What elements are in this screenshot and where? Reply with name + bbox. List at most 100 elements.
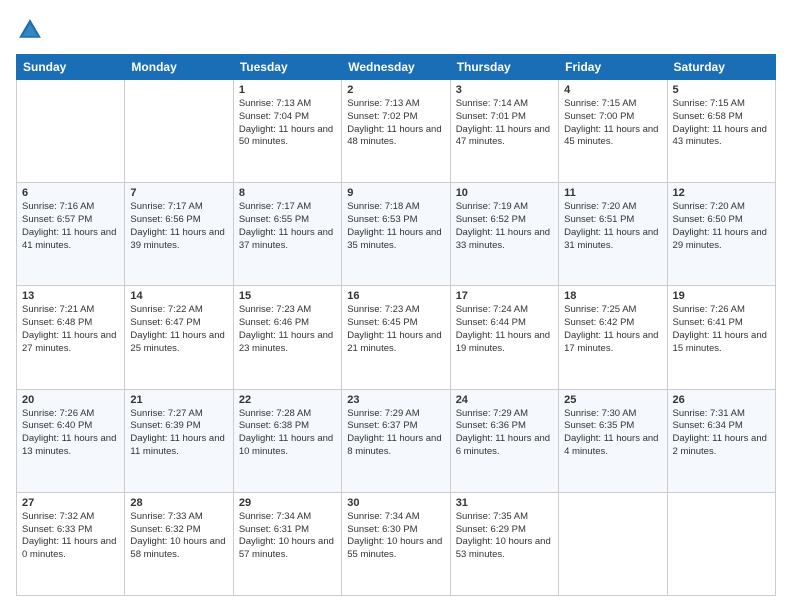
day-info: Sunrise: 7:16 AM Sunset: 6:57 PM Dayligh… bbox=[22, 201, 119, 252]
day-number: 28 bbox=[130, 497, 227, 509]
day-cell-5: 5Sunrise: 7:15 AM Sunset: 6:58 PM Daylig… bbox=[667, 80, 775, 183]
day-cell-9: 9 Sunrise: 7:18 AM Sunset: 6:53 PM Daylig… bbox=[342, 183, 450, 286]
day-number: 18 bbox=[564, 290, 661, 302]
week-row-1: 1 Sunrise: 7:13 AM Sunset: 7:04 PM Daylig… bbox=[17, 80, 776, 183]
day-number: 22 bbox=[239, 394, 336, 406]
day-number: 6 bbox=[22, 187, 119, 199]
day-number: 9 bbox=[347, 187, 444, 199]
day-number: 7 bbox=[130, 187, 227, 199]
day-number: 14 bbox=[130, 290, 227, 302]
day-cell-20: 20Sunrise: 7:26 AM Sunset: 6:40 PM Dayli… bbox=[17, 389, 125, 492]
empty-cell bbox=[667, 492, 775, 595]
day-number: 31 bbox=[456, 497, 553, 509]
day-number: 29 bbox=[239, 497, 336, 509]
day-number: 3 bbox=[456, 84, 553, 96]
day-cell-22: 22 Sunrise: 7:28 AM Sunset: 6:38 PM Dayli… bbox=[233, 389, 341, 492]
day-cell-18: 18 Sunrise: 7:25 AM Sunset: 6:42 PM Dayli… bbox=[559, 286, 667, 389]
day-cell-24: 24 Sunrise: 7:29 AM Sunset: 6:36 PM Dayli… bbox=[450, 389, 558, 492]
header bbox=[16, 16, 776, 44]
day-cell-7: 7 Sunrise: 7:17 AM Sunset: 6:56 PM Daylig… bbox=[125, 183, 233, 286]
day-cell-21: 21 Sunrise: 7:27 AM Sunset: 6:39 PM Dayli… bbox=[125, 389, 233, 492]
day-cell-10: 10 Sunrise: 7:19 AM Sunset: 6:52 PM Dayli… bbox=[450, 183, 558, 286]
day-info: Sunrise: 7:20 AM Sunset: 6:50 PM Dayligh… bbox=[673, 201, 770, 252]
empty-cell bbox=[559, 492, 667, 595]
day-number: 25 bbox=[564, 394, 661, 406]
day-cell-19: 19 Sunrise: 7:26 AM Sunset: 6:41 PM Dayli… bbox=[667, 286, 775, 389]
day-info: Sunrise: 7:20 AM Sunset: 6:51 PM Dayligh… bbox=[564, 201, 661, 252]
day-number: 1 bbox=[239, 84, 336, 96]
day-number: 10 bbox=[456, 187, 553, 199]
day-number: 2 bbox=[347, 84, 444, 96]
day-info: Sunrise: 7:13 AM Sunset: 7:04 PM Dayligh… bbox=[239, 98, 336, 149]
week-row-2: 6 Sunrise: 7:16 AM Sunset: 6:57 PM Daylig… bbox=[17, 183, 776, 286]
day-number: 8 bbox=[239, 187, 336, 199]
day-cell-23: 23 Sunrise: 7:29 AM Sunset: 6:37 PM Dayli… bbox=[342, 389, 450, 492]
day-cell-17: 17 Sunrise: 7:24 AM Sunset: 6:44 PM Dayli… bbox=[450, 286, 558, 389]
empty-cell bbox=[17, 80, 125, 183]
day-cell-16: 16 Sunrise: 7:23 AM Sunset: 6:45 PM Dayli… bbox=[342, 286, 450, 389]
weekday-header-friday: Friday bbox=[559, 55, 667, 80]
day-info: Sunrise: 7:23 AM Sunset: 6:46 PM Dayligh… bbox=[239, 304, 336, 355]
day-cell-13: 13 Sunrise: 7:21 AM Sunset: 6:48 PM Dayli… bbox=[17, 286, 125, 389]
day-info: Sunrise: 7:35 AM Sunset: 6:29 PM Dayligh… bbox=[456, 511, 553, 562]
day-cell-8: 8 Sunrise: 7:17 AM Sunset: 6:55 PM Daylig… bbox=[233, 183, 341, 286]
day-number: 16 bbox=[347, 290, 444, 302]
day-number: 20 bbox=[22, 394, 119, 406]
day-cell-12: 12Sunrise: 7:20 AM Sunset: 6:50 PM Dayli… bbox=[667, 183, 775, 286]
calendar-table: SundayMondayTuesdayWednesdayThursdayFrid… bbox=[16, 54, 776, 596]
logo bbox=[16, 16, 48, 44]
weekday-header-monday: Monday bbox=[125, 55, 233, 80]
day-cell-26: 26Sunrise: 7:31 AM Sunset: 6:34 PM Dayli… bbox=[667, 389, 775, 492]
day-info: Sunrise: 7:26 AM Sunset: 6:41 PM Dayligh… bbox=[673, 304, 770, 355]
day-cell-4: 4Sunrise: 7:15 AM Sunset: 7:00 PM Daylig… bbox=[559, 80, 667, 183]
day-cell-30: 30Sunrise: 7:34 AM Sunset: 6:30 PM Dayli… bbox=[342, 492, 450, 595]
empty-cell bbox=[125, 80, 233, 183]
week-row-3: 13 Sunrise: 7:21 AM Sunset: 6:48 PM Dayli… bbox=[17, 286, 776, 389]
weekday-header-saturday: Saturday bbox=[667, 55, 775, 80]
day-info: Sunrise: 7:18 AM Sunset: 6:53 PM Dayligh… bbox=[347, 201, 444, 252]
day-info: Sunrise: 7:25 AM Sunset: 6:42 PM Dayligh… bbox=[564, 304, 661, 355]
day-number: 17 bbox=[456, 290, 553, 302]
day-number: 11 bbox=[564, 187, 661, 199]
weekday-header-wednesday: Wednesday bbox=[342, 55, 450, 80]
day-number: 23 bbox=[347, 394, 444, 406]
day-info: Sunrise: 7:21 AM Sunset: 6:48 PM Dayligh… bbox=[22, 304, 119, 355]
logo-icon bbox=[16, 16, 44, 44]
day-info: Sunrise: 7:31 AM Sunset: 6:34 PM Dayligh… bbox=[673, 408, 770, 459]
weekday-header-sunday: Sunday bbox=[17, 55, 125, 80]
day-number: 21 bbox=[130, 394, 227, 406]
day-info: Sunrise: 7:23 AM Sunset: 6:45 PM Dayligh… bbox=[347, 304, 444, 355]
day-info: Sunrise: 7:13 AM Sunset: 7:02 PM Dayligh… bbox=[347, 98, 444, 149]
day-info: Sunrise: 7:24 AM Sunset: 6:44 PM Dayligh… bbox=[456, 304, 553, 355]
weekday-header-tuesday: Tuesday bbox=[233, 55, 341, 80]
day-number: 19 bbox=[673, 290, 770, 302]
week-row-4: 20Sunrise: 7:26 AM Sunset: 6:40 PM Dayli… bbox=[17, 389, 776, 492]
weekday-header-thursday: Thursday bbox=[450, 55, 558, 80]
day-info: Sunrise: 7:15 AM Sunset: 6:58 PM Dayligh… bbox=[673, 98, 770, 149]
day-info: Sunrise: 7:29 AM Sunset: 6:36 PM Dayligh… bbox=[456, 408, 553, 459]
day-info: Sunrise: 7:15 AM Sunset: 7:00 PM Dayligh… bbox=[564, 98, 661, 149]
calendar-body: 1 Sunrise: 7:13 AM Sunset: 7:04 PM Daylig… bbox=[17, 80, 776, 596]
day-cell-28: 28Sunrise: 7:33 AM Sunset: 6:32 PM Dayli… bbox=[125, 492, 233, 595]
day-cell-15: 15Sunrise: 7:23 AM Sunset: 6:46 PM Dayli… bbox=[233, 286, 341, 389]
day-cell-2: 2 Sunrise: 7:13 AM Sunset: 7:02 PM Daylig… bbox=[342, 80, 450, 183]
day-info: Sunrise: 7:27 AM Sunset: 6:39 PM Dayligh… bbox=[130, 408, 227, 459]
day-number: 13 bbox=[22, 290, 119, 302]
day-info: Sunrise: 7:17 AM Sunset: 6:55 PM Dayligh… bbox=[239, 201, 336, 252]
day-info: Sunrise: 7:17 AM Sunset: 6:56 PM Dayligh… bbox=[130, 201, 227, 252]
day-info: Sunrise: 7:28 AM Sunset: 6:38 PM Dayligh… bbox=[239, 408, 336, 459]
day-info: Sunrise: 7:19 AM Sunset: 6:52 PM Dayligh… bbox=[456, 201, 553, 252]
day-info: Sunrise: 7:14 AM Sunset: 7:01 PM Dayligh… bbox=[456, 98, 553, 149]
day-cell-6: 6 Sunrise: 7:16 AM Sunset: 6:57 PM Daylig… bbox=[17, 183, 125, 286]
day-info: Sunrise: 7:34 AM Sunset: 6:30 PM Dayligh… bbox=[347, 511, 444, 562]
day-info: Sunrise: 7:22 AM Sunset: 6:47 PM Dayligh… bbox=[130, 304, 227, 355]
day-cell-25: 25 Sunrise: 7:30 AM Sunset: 6:35 PM Dayli… bbox=[559, 389, 667, 492]
day-info: Sunrise: 7:32 AM Sunset: 6:33 PM Dayligh… bbox=[22, 511, 119, 562]
day-number: 24 bbox=[456, 394, 553, 406]
day-info: Sunrise: 7:30 AM Sunset: 6:35 PM Dayligh… bbox=[564, 408, 661, 459]
day-cell-3: 3 Sunrise: 7:14 AM Sunset: 7:01 PM Daylig… bbox=[450, 80, 558, 183]
day-cell-27: 27Sunrise: 7:32 AM Sunset: 6:33 PM Dayli… bbox=[17, 492, 125, 595]
day-info: Sunrise: 7:29 AM Sunset: 6:37 PM Dayligh… bbox=[347, 408, 444, 459]
week-row-5: 27Sunrise: 7:32 AM Sunset: 6:33 PM Dayli… bbox=[17, 492, 776, 595]
weekday-header-row: SundayMondayTuesdayWednesdayThursdayFrid… bbox=[17, 55, 776, 80]
